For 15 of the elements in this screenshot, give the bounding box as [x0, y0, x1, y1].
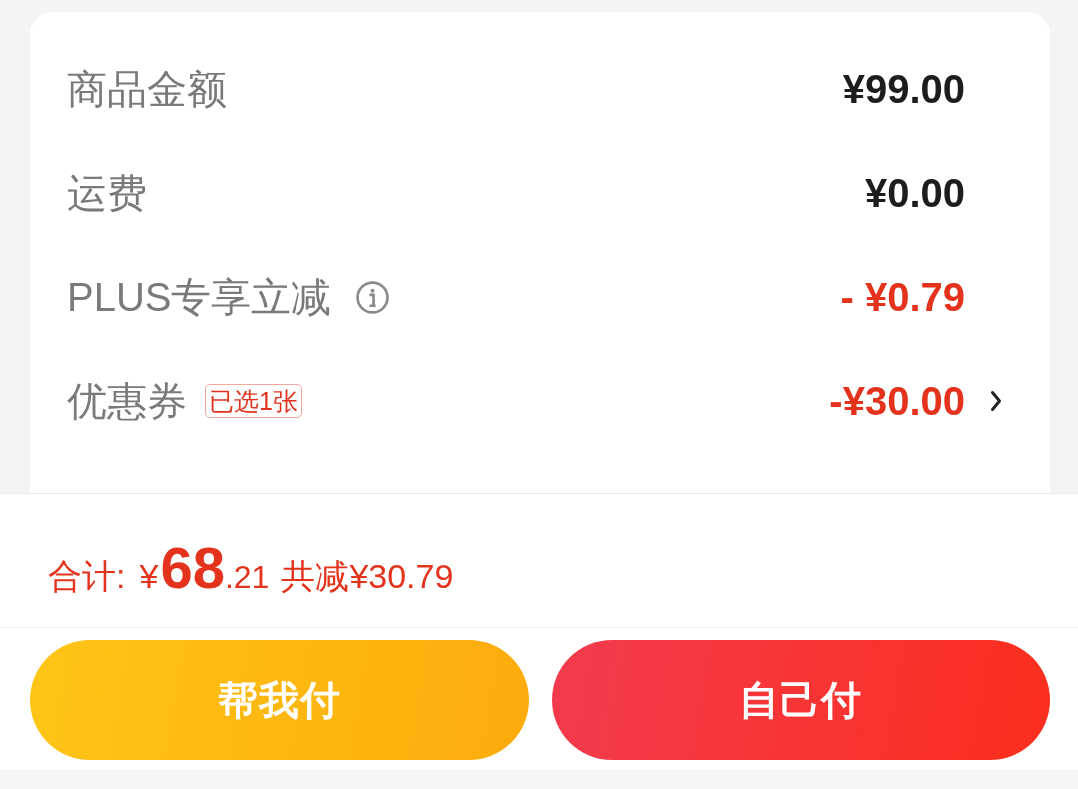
info-icon[interactable]: [355, 280, 389, 314]
amount-value: - ¥0.79: [840, 274, 965, 320]
row-label: 运费: [67, 169, 147, 217]
total-label: 合计:: [48, 556, 126, 597]
coupon-count-badge: 已选1张: [205, 384, 302, 418]
amount-value: ¥99.00: [842, 66, 965, 112]
total-amount: ¥68.21: [139, 534, 270, 601]
discount-total: 共减¥30.79: [281, 556, 454, 597]
pay-myself-button[interactable]: 自己付: [551, 640, 1050, 760]
amount-value: ¥0.00: [864, 170, 965, 216]
chevron-icon[interactable]: [990, 390, 1002, 412]
row-label: 商品金额: [67, 65, 227, 113]
amount-value: -¥30.00: [829, 378, 965, 424]
row-label: PLUS专享立减: [67, 273, 332, 321]
row-label: 优惠券: [67, 377, 187, 425]
